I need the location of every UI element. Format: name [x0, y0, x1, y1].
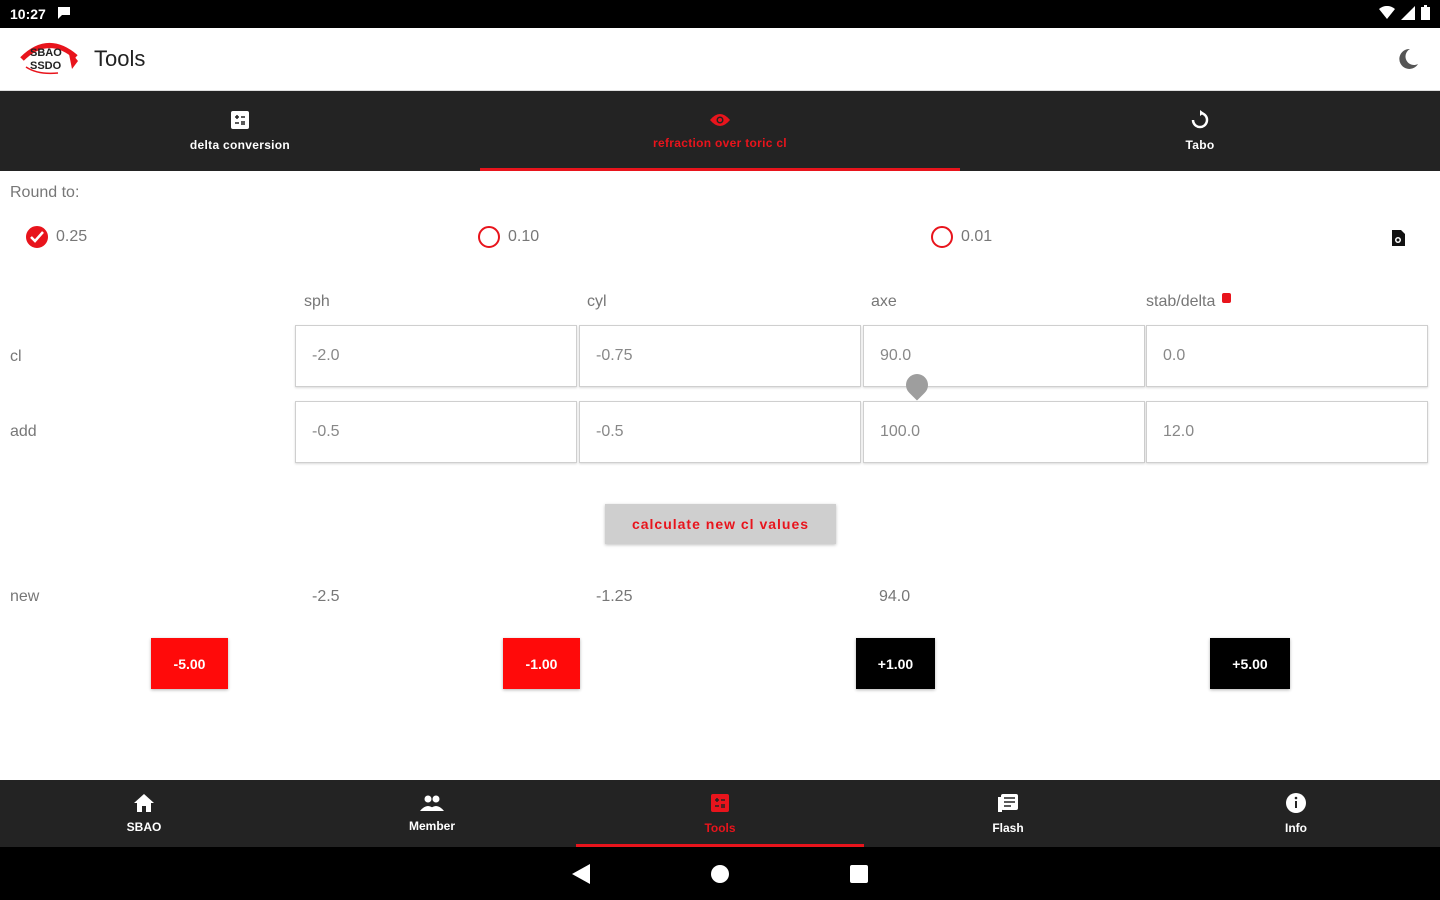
chat-icon — [56, 6, 72, 23]
calculator-icon — [231, 111, 249, 129]
home-icon — [134, 793, 154, 812]
radio-round-0-10[interactable]: 0.10 — [478, 226, 539, 248]
home-circle-icon[interactable] — [710, 864, 730, 884]
add-axe-input[interactable]: 100.0 — [863, 401, 1145, 463]
round-options: 0.25 0.10 0.01 — [0, 224, 1440, 254]
page-title: Tools — [94, 46, 146, 71]
recents-icon[interactable] — [850, 864, 868, 883]
eye-icon — [710, 114, 730, 126]
radio-circle-icon — [478, 226, 500, 248]
nav-label: Tools — [704, 820, 736, 835]
cl-axe-input[interactable]: 90.0 — [863, 325, 1145, 387]
cl-sph-input[interactable]: -2.0 — [295, 325, 577, 387]
refresh-icon — [1191, 110, 1209, 129]
nav-label: Member — [408, 818, 455, 833]
calculator-icon — [711, 793, 729, 812]
minus-1-button[interactable]: -1.00 — [503, 638, 580, 689]
nav-info[interactable]: Info — [1152, 780, 1440, 847]
tab-label: delta conversion — [189, 138, 291, 152]
group-icon — [420, 795, 444, 811]
radio-label: 0.01 — [961, 228, 993, 245]
nav-label: Info — [1285, 820, 1307, 835]
column-header-axe: axe — [871, 293, 897, 310]
back-icon[interactable] — [572, 863, 590, 884]
app-bar: SBAO SSDO Tools — [0, 28, 1440, 91]
add-sph-input[interactable]: -0.5 — [295, 401, 577, 463]
moon-icon — [1399, 48, 1418, 69]
logo-text-top: SBAO — [30, 47, 62, 59]
cl-cyl-input[interactable]: -0.75 — [579, 325, 861, 387]
save-file-icon[interactable] — [1388, 228, 1408, 253]
plus-1-button[interactable]: +1.00 — [856, 638, 935, 689]
sbao-logo: SBAO SSDO — [18, 39, 80, 79]
tool-tabs: delta conversion refraction over toric c… — [0, 91, 1440, 171]
status-time: 10:27 — [10, 6, 46, 22]
tab-label: refraction over toric cl — [653, 136, 787, 150]
status-bar: 10:27 — [0, 0, 1440, 28]
tab-label: Tabo — [1185, 138, 1215, 152]
minus-5-button[interactable]: -5.00 — [151, 638, 228, 689]
wifi-icon — [1379, 5, 1395, 23]
new-sph-value: -2.5 — [312, 588, 340, 605]
tab-refraction-over-toric-cl[interactable]: refraction over toric cl — [480, 91, 960, 171]
info-icon — [1286, 792, 1306, 813]
bottom-navigation: SBAO Member Tools Flash Info — [0, 780, 1440, 847]
radio-round-0-25[interactable]: 0.25 — [26, 226, 87, 248]
radio-circle-icon — [931, 226, 953, 248]
row-label-cl: cl — [10, 348, 22, 365]
dark-mode-toggle[interactable] — [1394, 45, 1422, 73]
cl-stab-input[interactable]: 0.0 — [1146, 325, 1428, 387]
plus-5-button[interactable]: +5.00 — [1210, 638, 1290, 689]
column-header-stab-delta: stab/delta — [1146, 293, 1231, 311]
round-to-label: Round to: — [10, 184, 80, 201]
nav-sbao[interactable]: SBAO — [0, 780, 288, 847]
news-icon — [998, 793, 1018, 812]
battery-icon — [1421, 5, 1430, 23]
system-navigation — [0, 847, 1440, 900]
column-header-label: stab/delta — [1146, 293, 1216, 310]
check-circle-icon — [26, 226, 48, 248]
nav-label: SBAO — [126, 819, 162, 834]
column-header-cyl: cyl — [587, 293, 607, 310]
radio-label: 0.10 — [508, 228, 540, 245]
tab-tabo[interactable]: Tabo — [960, 91, 1440, 171]
logo-text-bottom: SSDO — [30, 60, 62, 72]
row-label-add: add — [10, 423, 37, 440]
nav-flash[interactable]: Flash — [864, 780, 1152, 847]
nav-tools[interactable]: Tools — [576, 780, 864, 847]
radio-round-0-01[interactable]: 0.01 — [931, 226, 992, 248]
calculate-button[interactable]: calculate new cl values — [605, 504, 836, 544]
new-axe-value: 94.0 — [879, 588, 911, 605]
nav-label: Flash — [992, 820, 1024, 835]
new-cyl-value: -1.25 — [596, 588, 633, 605]
add-stab-input[interactable]: 12.0 — [1146, 401, 1428, 463]
info-badge-icon[interactable] — [1221, 293, 1231, 303]
row-label-new: new — [10, 588, 40, 605]
column-header-sph: sph — [304, 293, 330, 310]
add-cyl-input[interactable]: -0.5 — [579, 401, 861, 463]
tab-delta-conversion[interactable]: delta conversion — [0, 91, 480, 171]
signal-icon — [1401, 5, 1415, 23]
nav-member[interactable]: Member — [288, 780, 576, 847]
radio-label: 0.25 — [56, 228, 88, 245]
